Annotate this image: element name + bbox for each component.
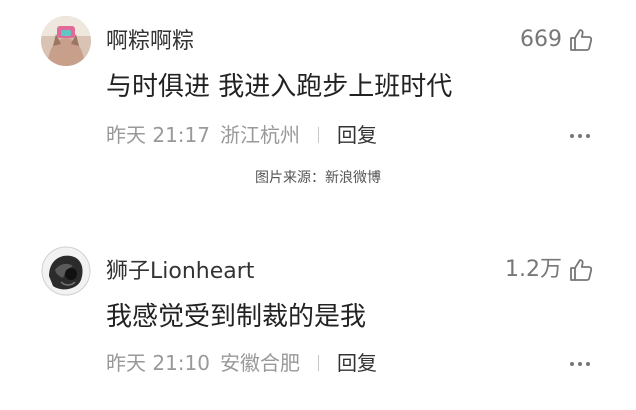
divider [318, 127, 319, 143]
more-dots-icon[interactable] [570, 362, 590, 366]
like-button[interactable]: 669 [520, 26, 594, 54]
thumbs-up-icon [570, 259, 593, 281]
comment-location: 安徽合肥 [220, 351, 300, 375]
more-dots-icon[interactable] [570, 134, 590, 138]
like-count: 1.2万 [505, 257, 562, 282]
comment-item: 啊粽啊粽 669 与时俱进 我进入跑步上班时代 昨天 21:17 浙江杭州 回复 [0, 0, 636, 170]
comment-location: 浙江杭州 [220, 123, 300, 147]
comment-meta: 昨天 21:10 安徽合肥 回复 [106, 350, 377, 376]
comment-meta: 昨天 21:17 浙江杭州 回复 [106, 122, 377, 148]
username[interactable]: 狮子Lionheart [106, 258, 254, 286]
divider [318, 355, 319, 371]
thumbs-up-icon [570, 29, 593, 51]
comment-time: 昨天 21:10 [106, 351, 210, 375]
reply-button[interactable]: 回复 [337, 122, 377, 148]
like-count: 669 [520, 27, 562, 52]
comment-item: 狮子Lionheart 1.2万 我感觉受到制裁的是我 昨天 21:10 安徽合… [0, 230, 636, 410]
like-button[interactable]: 1.2万 [505, 256, 594, 284]
comment-text: 与时俱进 我进入跑步上班时代 [106, 72, 453, 102]
username[interactable]: 啊粽啊粽 [106, 28, 194, 56]
comment-time: 昨天 21:17 [106, 123, 210, 147]
avatar[interactable] [41, 246, 91, 296]
reply-button[interactable]: 回复 [337, 350, 377, 376]
avatar[interactable] [41, 16, 91, 66]
comment-text: 我感觉受到制裁的是我 [106, 302, 367, 332]
image-source-caption: 图片来源：新浪微博 [255, 170, 381, 186]
